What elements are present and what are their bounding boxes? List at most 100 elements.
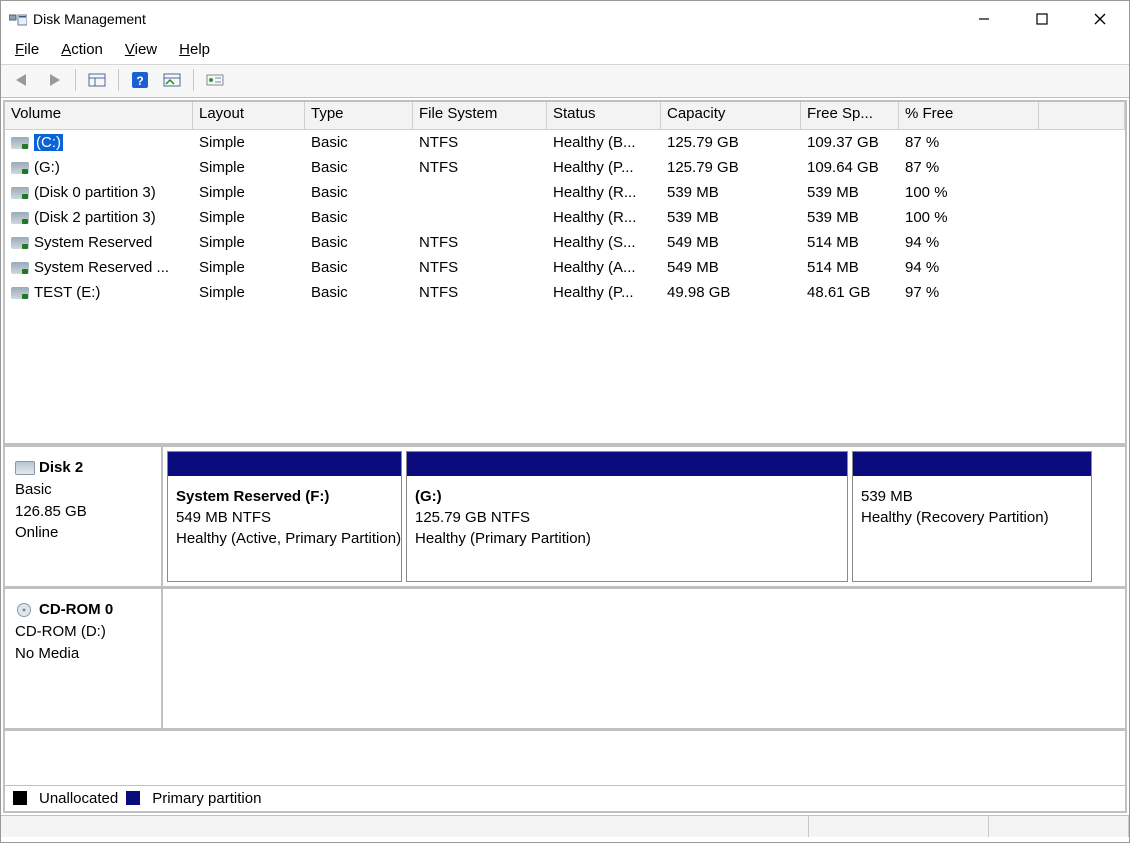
partition[interactable]: 539 MBHealthy (Recovery Partition) <box>852 451 1092 582</box>
settings-button[interactable] <box>202 68 228 92</box>
menu-action[interactable]: Action <box>61 41 103 58</box>
volume-row[interactable]: (C:)SimpleBasicNTFSHealthy (B...125.79 G… <box>5 130 1125 155</box>
maximize-button[interactable] <box>1013 1 1071 37</box>
type-cell: Basic <box>305 233 413 252</box>
disk-info[interactable]: CD-ROM 0 CD-ROM (D:)No Media <box>5 589 163 728</box>
col-status[interactable]: Status <box>547 102 661 130</box>
col-capacity[interactable]: Capacity <box>661 102 801 130</box>
capacity-cell: 549 MB <box>661 258 801 277</box>
volume-label: (Disk 2 partition 3) <box>34 209 156 226</box>
volume-icon <box>11 212 29 224</box>
col-volume[interactable]: Volume <box>5 102 193 130</box>
capacity-cell: 539 MB <box>661 208 801 227</box>
status-cell: Healthy (R... <box>547 183 661 202</box>
free-cell: 514 MB <box>801 258 899 277</box>
pct-cell: 87 % <box>899 133 1039 152</box>
free-cell: 539 MB <box>801 183 899 202</box>
disk-title: Disk 2 <box>39 459 83 476</box>
volume-row[interactable]: System Reserved ...SimpleBasicNTFSHealth… <box>5 255 1125 280</box>
col-extra[interactable] <box>1039 102 1125 130</box>
show-hide-console-tree-button[interactable] <box>84 68 110 92</box>
free-cell: 539 MB <box>801 208 899 227</box>
back-button[interactable] <box>9 68 35 92</box>
volume-cell: (Disk 2 partition 3) <box>5 208 193 227</box>
content-pane: Volume Layout Type File System Status Ca… <box>3 100 1127 813</box>
fs-cell: NTFS <box>413 233 547 252</box>
disk-info-line: CD-ROM (D:) <box>15 621 153 643</box>
volume-cell: TEST (E:) <box>5 283 193 302</box>
free-cell: 48.61 GB <box>801 283 899 302</box>
app-icon <box>9 11 27 27</box>
pct-cell: 100 % <box>899 183 1039 202</box>
legend-primary-label: Primary partition <box>152 790 261 807</box>
volume-cell: (Disk 0 partition 3) <box>5 183 193 202</box>
layout-cell: Simple <box>193 158 305 177</box>
forward-button[interactable] <box>41 68 67 92</box>
partition[interactable]: System Reserved (F:)549 MB NTFSHealthy (… <box>167 451 402 582</box>
volume-row[interactable]: (Disk 0 partition 3)SimpleBasic Healthy (… <box>5 180 1125 205</box>
menu-view[interactable]: View <box>125 41 157 58</box>
menubar: File Action View Help <box>1 37 1129 64</box>
toolbar-separator <box>193 69 194 91</box>
disk-info-line: Online <box>15 522 153 544</box>
disk-row: Disk 2Basic126.85 GBOnlineSystem Reserve… <box>5 447 1125 589</box>
volume-label: System Reserved ... <box>34 259 169 276</box>
partition-size: 539 MB <box>861 486 1083 507</box>
fs-cell: NTFS <box>413 133 547 152</box>
status-cell: Healthy (S... <box>547 233 661 252</box>
volume-label: (C:) <box>34 134 63 151</box>
status-cell: Healthy (P... <box>547 158 661 177</box>
partition[interactable]: (G:)125.79 GB NTFSHealthy (Primary Parti… <box>406 451 848 582</box>
partition-name: (G:) <box>415 486 839 507</box>
free-cell: 109.37 GB <box>801 133 899 152</box>
type-cell: Basic <box>305 283 413 302</box>
col-fs[interactable]: File System <box>413 102 547 130</box>
partition-body: 539 MBHealthy (Recovery Partition) <box>853 476 1091 534</box>
layout-cell: Simple <box>193 233 305 252</box>
minimize-button[interactable] <box>955 1 1013 37</box>
col-layout[interactable]: Layout <box>193 102 305 130</box>
volume-row[interactable]: System ReservedSimpleBasicNTFSHealthy (S… <box>5 230 1125 255</box>
col-free[interactable]: Free Sp... <box>801 102 899 130</box>
disk-title: CD-ROM 0 <box>39 601 113 618</box>
status-cell: Healthy (A... <box>547 258 661 277</box>
menu-help[interactable]: Help <box>179 41 210 58</box>
volume-row[interactable]: (Disk 2 partition 3)SimpleBasicHealthy (… <box>5 205 1125 230</box>
toolbar-separator <box>118 69 119 91</box>
disk-icon <box>15 461 35 475</box>
fs-cell: NTFS <box>413 158 547 177</box>
toolbar: ? <box>1 64 1129 98</box>
pct-cell: 94 % <box>899 233 1039 252</box>
partition-body: System Reserved (F:)549 MB NTFSHealthy (… <box>168 476 401 555</box>
partition-status: Healthy (Primary Partition) <box>415 528 839 549</box>
pct-cell: 100 % <box>899 208 1039 227</box>
status-cell: Healthy (R... <box>547 208 661 227</box>
capacity-cell: 539 MB <box>661 183 801 202</box>
layout-cell: Simple <box>193 183 305 202</box>
disk-info[interactable]: Disk 2Basic126.85 GBOnline <box>5 447 163 586</box>
fs-cell: NTFS <box>413 283 547 302</box>
menu-file[interactable]: File <box>15 41 39 58</box>
svg-text:?: ? <box>136 74 143 88</box>
volume-icon <box>11 262 29 274</box>
col-type[interactable]: Type <box>305 102 413 130</box>
layout-cell: Simple <box>193 283 305 302</box>
type-cell: Basic <box>305 208 413 227</box>
volume-row[interactable]: (G:)SimpleBasicNTFSHealthy (P...125.79 G… <box>5 155 1125 180</box>
capacity-cell: 125.79 GB <box>661 158 801 177</box>
volume-cell: (C:) <box>5 133 193 152</box>
help-button[interactable]: ? <box>127 68 153 92</box>
disk-diagram-scroll[interactable]: Disk 2Basic126.85 GBOnlineSystem Reserve… <box>5 447 1125 785</box>
action-list-button[interactable] <box>159 68 185 92</box>
free-cell: 514 MB <box>801 233 899 252</box>
volume-row[interactable]: TEST (E:)SimpleBasicNTFSHealthy (P...49.… <box>5 280 1125 305</box>
volume-icon <box>11 287 29 299</box>
window-title: Disk Management <box>33 11 146 27</box>
volume-icon <box>11 137 29 149</box>
type-cell: Basic <box>305 183 413 202</box>
col-pctfree[interactable]: % Free <box>899 102 1039 130</box>
disk-info-line: No Media <box>15 643 153 665</box>
partition-body: (G:)125.79 GB NTFSHealthy (Primary Parti… <box>407 476 847 555</box>
close-button[interactable] <box>1071 1 1129 37</box>
capacity-cell: 49.98 GB <box>661 283 801 302</box>
